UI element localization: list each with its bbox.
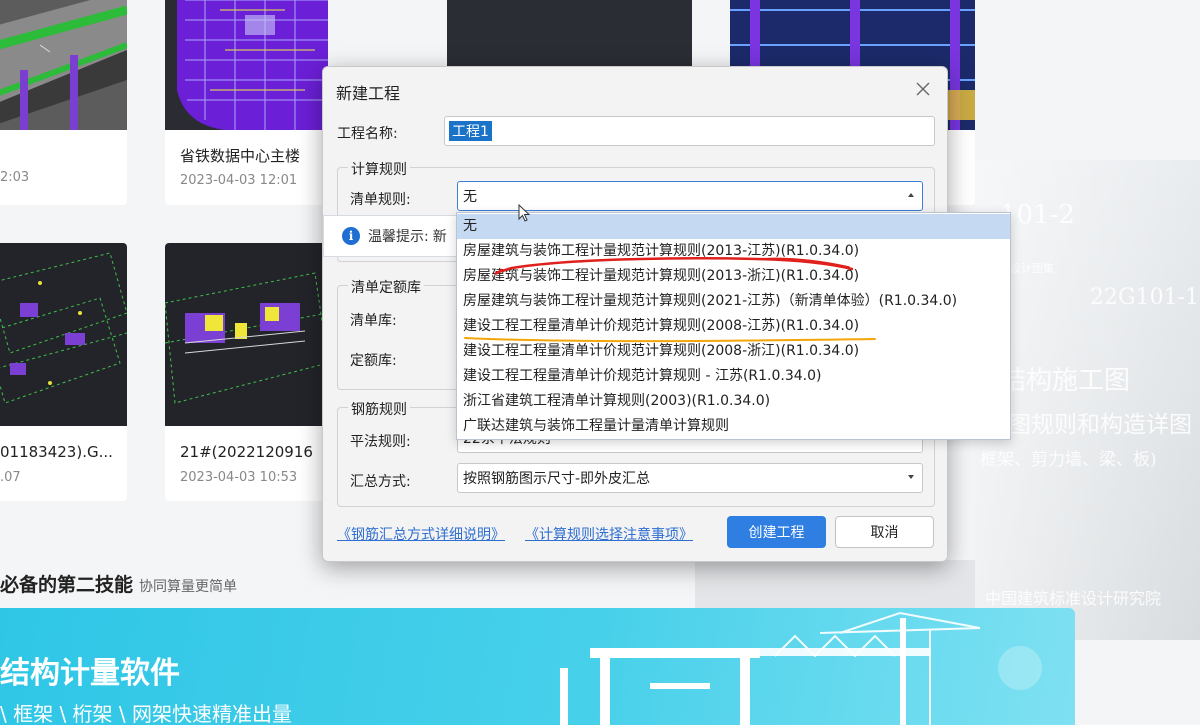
dialog-title: 新建工程 <box>336 84 401 103</box>
flat-rule-label: 平法规则: <box>350 434 411 450</box>
list-rule-value: 无 <box>463 189 477 205</box>
project-thumbnail <box>0 243 127 426</box>
list-lib-label: 清单库: <box>350 313 397 329</box>
project-date: 2023-04-03 10:53 <box>180 470 298 485</box>
project-thumbnail <box>165 243 328 426</box>
project-date: .07 <box>0 470 21 485</box>
create-project-button[interactable]: 创建工程 <box>727 516 826 548</box>
project-thumbnail <box>165 0 328 130</box>
dropdown-option[interactable]: 建设工程工程量清单计价规范计算规则(2008-江苏)(R1.0.34.0) <box>457 314 1010 339</box>
dropdown-option[interactable]: 广联达建筑与装饰工程量计量清单计算规则 <box>457 414 1010 439</box>
list-rule-dropdown[interactable]: 无 房屋建筑与装饰工程计量规范计算规则(2013-江苏)(R1.0.34.0) … <box>456 212 1011 440</box>
close-button[interactable] <box>911 77 935 101</box>
atlas-line-2: 制图规则和构造详图 <box>985 412 1192 438</box>
dropdown-option[interactable]: 建设工程工程量清单计价规范计算规则 - 江苏(R1.0.34.0) <box>457 364 1010 389</box>
banner-title: 结构计量软件 <box>0 656 180 691</box>
promo-banner[interactable]: 结构计量软件 \ 框架 \ 桁架 \ 网架快速精准出量 <box>0 608 1075 725</box>
dropdown-option[interactable]: 房屋建筑与装饰工程计量规范计算规则(2013-浙江)(R1.0.34.0) <box>457 264 1010 289</box>
atlas-line-3: 框架、剪力墙、梁、板) <box>980 450 1157 470</box>
dropdown-option[interactable]: 房屋建筑与装饰工程计量规范计算规则(2021-江苏)（新清单体验）(R1.0.3… <box>457 289 1010 314</box>
project-name-value: 工程1 <box>449 121 492 141</box>
project-card[interactable]: 省铁数据中心主楼 2023-04-03 12:01 <box>165 0 328 205</box>
calc-rules-notes-link[interactable]: 《计算规则选择注意事项》 <box>525 524 693 544</box>
chevron-down-icon <box>908 475 914 479</box>
atlas-small-label: 设计图集 <box>1010 262 1054 275</box>
chevron-up-icon <box>908 193 914 197</box>
rebar-rules-legend: 钢筋规则 <box>348 399 410 419</box>
project-title: 01183423).G... <box>0 443 113 461</box>
dropdown-option[interactable]: 无 <box>457 214 1010 239</box>
tip-label: 温馨提示: <box>368 229 429 245</box>
section-subtitle: 协同算量更简单 <box>139 579 238 595</box>
summary-method-label: 汇总方式: <box>350 474 411 490</box>
section-heading: 必备的第二技能 协同算量更简单 <box>0 570 237 597</box>
project-title: 21#(2022120916 <box>180 443 313 461</box>
project-date: 2023-04-03 12:01 <box>180 173 298 188</box>
quota-lib-legend: 清单定额库 <box>348 277 424 297</box>
quota-lib-label: 定额库: <box>350 353 397 369</box>
tip-text: 新 <box>432 229 447 245</box>
mouse-cursor-icon <box>518 204 531 222</box>
calc-rules-legend: 计算规则 <box>348 159 410 179</box>
project-card[interactable]: 21#(2022120916 2023-04-03 10:53 <box>165 243 328 501</box>
dropdown-option[interactable]: 建设工程工程量清单计价规范计算规则(2008-浙江)(R1.0.34.0) <box>457 339 1010 364</box>
list-rule-label: 清单规则: <box>350 192 411 208</box>
project-date: 2:03 <box>0 170 30 185</box>
project-card[interactable]: 01183423).G... .07 <box>0 243 127 501</box>
summary-method-value: 按照钢筋图示尺寸-即外皮汇总 <box>463 471 651 487</box>
summary-method-select[interactable]: 按照钢筋图示尺寸-即外皮汇总 <box>457 463 923 493</box>
atlas-publisher: 中国建筑标准设计研究院 <box>985 589 1162 608</box>
rebar-summary-help-link[interactable]: 《钢筋汇总方式详细说明》 <box>337 524 505 544</box>
atlas-code-main: 22G101-1 <box>1090 285 1199 310</box>
project-card[interactable]: 2:03 <box>0 0 127 205</box>
close-icon <box>916 82 930 96</box>
info-icon: i <box>342 227 360 245</box>
section-title: 必备的第二技能 <box>0 574 134 596</box>
dropdown-option[interactable]: 房屋建筑与装饰工程计量规范计算规则(2013-江苏)(R1.0.34.0) <box>457 239 1010 264</box>
project-title: 省铁数据中心主楼 <box>180 147 301 165</box>
cancel-button[interactable]: 取消 <box>835 516 934 548</box>
atlas-line-1: 结构施工图 <box>1000 366 1131 396</box>
project-name-input[interactable]: 工程1 <box>444 116 935 146</box>
banner-subtitle: \ 框架 \ 桁架 \ 网架快速精准出量 <box>0 702 293 725</box>
project-thumbnail <box>0 0 127 130</box>
atlas-code-top: 101-2 <box>1000 200 1075 230</box>
project-name-label: 工程名称: <box>337 126 398 142</box>
dropdown-option[interactable]: 浙江省建筑工程清单计算规则(2003)(R1.0.34.0) <box>457 389 1010 414</box>
